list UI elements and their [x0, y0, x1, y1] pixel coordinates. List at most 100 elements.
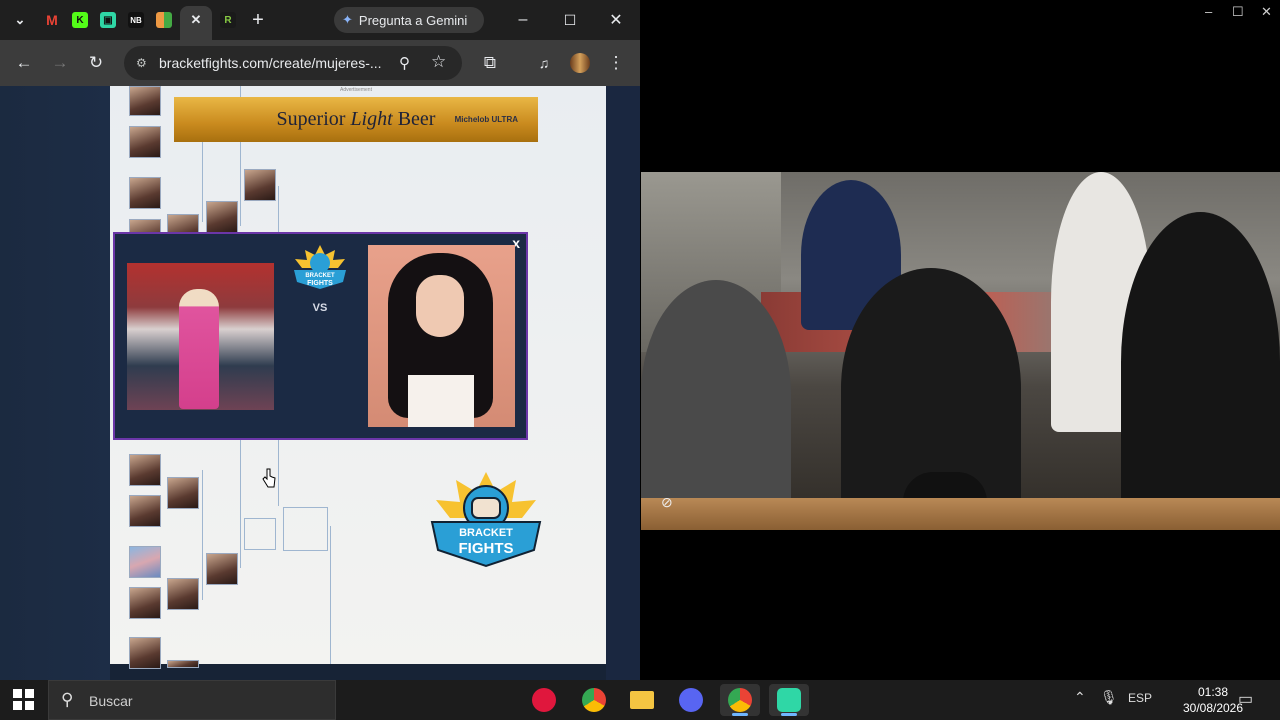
taskbar-app-chrome[interactable]	[574, 684, 614, 716]
person	[1121, 212, 1280, 512]
rumble-icon: R	[220, 12, 236, 28]
grid-app-icon	[156, 12, 172, 28]
contestant-thumbnail[interactable]	[206, 201, 238, 233]
windows-start-icon[interactable]	[10, 688, 36, 712]
tab-app-icon: ▣	[100, 12, 116, 28]
contestant-thumbnail[interactable]	[129, 454, 161, 486]
bracket-line	[330, 526, 331, 664]
tab-gmail[interactable]: M	[40, 8, 64, 32]
empty-slot[interactable]	[244, 518, 276, 550]
maximize-button[interactable]: ☐	[557, 8, 583, 32]
taskbar-search[interactable]: ⚲ Buscar	[48, 680, 336, 720]
video-close-button[interactable]: ✕	[1261, 4, 1272, 20]
contestant-thumbnail[interactable]	[129, 587, 161, 619]
taskbar: ⚲ Buscar ⌃ 🎙 ESP 01:38 30/08/2026 ▭	[0, 680, 1280, 720]
search-placeholder: Buscar	[89, 693, 133, 709]
logo-text: FIGHTS	[307, 280, 333, 287]
matchup-modal: x BRACKET FIGHTS VS	[113, 232, 528, 440]
video-maximize-button[interactable]: ☐	[1232, 4, 1244, 20]
menu-kebab-icon[interactable]: ⋮	[604, 51, 628, 75]
bracket-line	[202, 470, 203, 600]
gemini-button[interactable]: ✦ Pregunta a Gemini	[334, 7, 484, 33]
profile-avatar[interactable]	[568, 51, 592, 75]
chevron-up-icon[interactable]: ⌃	[1074, 689, 1086, 706]
language-indicator[interactable]: ESP	[1128, 691, 1152, 705]
bracket-line	[202, 142, 203, 222]
logo-text: BRACKET	[459, 527, 513, 539]
extensions-icon[interactable]: ⧉	[478, 51, 502, 75]
kick-icon: K	[72, 12, 88, 28]
bracket-line	[278, 440, 279, 506]
contestant-left-image[interactable]	[127, 263, 274, 410]
taskbar-app-streaming[interactable]	[769, 684, 809, 716]
page-side-background	[606, 86, 640, 680]
reload-icon[interactable]: ↻	[84, 51, 108, 75]
tab-grid-app[interactable]	[152, 8, 176, 32]
contestant-thumbnail[interactable]	[129, 546, 161, 578]
contestant-thumbnail[interactable]	[129, 86, 161, 116]
wooden-table	[641, 498, 1280, 530]
ad-label: Advertisement	[340, 87, 372, 93]
webcam-video[interactable]: ⊘	[641, 172, 1280, 530]
web-page: Superior Light Beer Michelob ULTRA Adver…	[0, 86, 640, 680]
contestant-thumbnail[interactable]	[167, 578, 199, 610]
video-minimize-button[interactable]: –	[1205, 4, 1212, 19]
taskbar-app-explorer[interactable]	[622, 684, 662, 716]
contestant-thumbnail[interactable]	[129, 126, 161, 158]
empty-slot[interactable]	[283, 507, 328, 551]
contestant-thumbnail[interactable]	[167, 477, 199, 509]
tab-bracketfights-active[interactable]: ✕	[180, 6, 212, 40]
bracket-line	[278, 186, 279, 236]
close-window-button[interactable]: ✕	[603, 8, 629, 32]
notifications-icon[interactable]: ▭	[1238, 689, 1253, 709]
tab-search-button[interactable]: ⌄	[8, 8, 32, 32]
zoom-icon[interactable]: ⚲	[399, 54, 410, 72]
tab-rumble[interactable]: R	[216, 8, 240, 32]
browser-toolbar: ← → ↻ ⚙ bracketfights.com/create/mujeres…	[0, 40, 640, 86]
bracketfights-small-logo: BRACKET FIGHTS	[294, 245, 346, 289]
desktop: ⌄ M K ▣ NB ✕ R + ✦ Pregunta a Gemini – ☐…	[0, 0, 1280, 680]
logo-text: BRACKET	[305, 273, 335, 279]
page-side-background	[0, 86, 110, 680]
gmail-icon: M	[46, 12, 58, 28]
url-text[interactable]: bracketfights.com/create/mujeres-...	[159, 55, 382, 71]
taskbar-app-chrome-active[interactable]	[720, 684, 760, 716]
contestant-thumbnail[interactable]	[244, 169, 276, 201]
microphone-icon[interactable]: 🎙	[1100, 689, 1118, 706]
folder-icon	[630, 691, 654, 709]
back-arrow-icon[interactable]: ←	[12, 51, 36, 75]
bookmark-star-icon[interactable]: ☆	[431, 52, 446, 72]
tab-strip: ⌄ M K ▣ NB ✕ R + ✦ Pregunta a Gemini – ☐…	[0, 0, 640, 40]
media-controls-icon[interactable]: ♫	[532, 51, 556, 75]
taskbar-app-music[interactable]	[524, 684, 564, 716]
close-icon[interactable]: ✕	[184, 8, 208, 32]
minimize-button[interactable]: –	[510, 8, 536, 32]
tab-nba[interactable]: NB	[124, 8, 148, 32]
bracketfights-logo[interactable]: BRACKET FIGHTS	[426, 470, 546, 570]
contestant-thumbnail[interactable]	[129, 177, 161, 209]
person	[641, 280, 791, 510]
contestant-thumbnail[interactable]	[129, 495, 161, 527]
tab-app[interactable]: ▣	[96, 8, 120, 32]
taskbar-app-discord[interactable]	[671, 684, 711, 716]
mic-muted-icon[interactable]: ⊘	[661, 494, 673, 511]
contestant-thumbnail[interactable]	[129, 637, 161, 669]
ad-brand: Michelob ULTRA	[454, 115, 518, 124]
contestant-top	[408, 375, 474, 427]
contestant-figure	[179, 289, 219, 409]
hand-cursor-icon	[262, 468, 276, 488]
new-tab-button[interactable]: +	[246, 8, 270, 32]
streaming-app-icon	[777, 688, 801, 712]
forward-arrow-icon[interactable]: →	[48, 51, 72, 75]
contestant-thumbnail[interactable]	[167, 660, 199, 668]
site-info-icon[interactable]: ⚙	[136, 56, 150, 70]
address-bar[interactable]: ⚙ bracketfights.com/create/mujeres-... ⚲…	[124, 46, 462, 80]
music-player-icon	[532, 688, 556, 712]
contestant-right-image[interactable]	[368, 245, 515, 427]
bracket-line	[240, 440, 241, 568]
advertisement-banner[interactable]: Superior Light Beer Michelob ULTRA	[174, 97, 538, 142]
search-icon: ⚲	[61, 690, 74, 709]
ad-headline: Superior Light Beer	[276, 108, 436, 130]
contestant-thumbnail[interactable]	[206, 553, 238, 585]
tab-kick[interactable]: K	[68, 8, 92, 32]
